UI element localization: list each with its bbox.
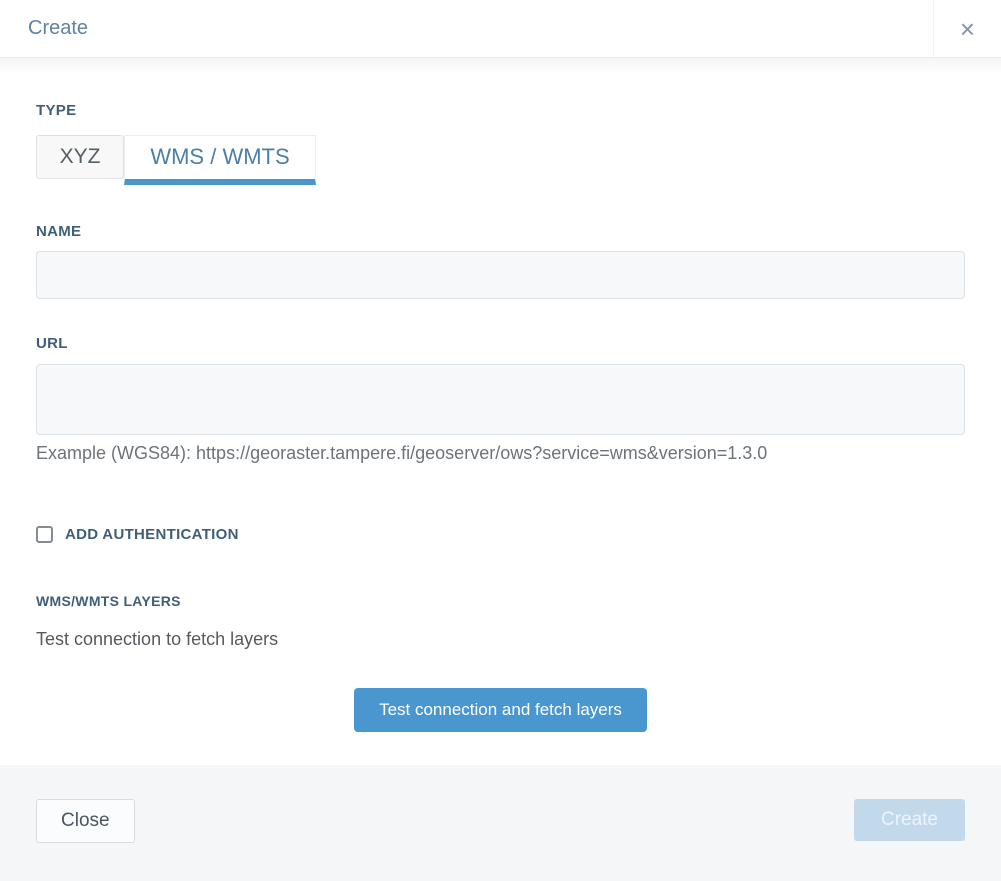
wms-wmts-layers-label: WMS/WMTS LAYERS xyxy=(36,593,181,609)
close-icon: × xyxy=(959,13,976,44)
modal-footer: Close Create xyxy=(0,765,1001,881)
add-authentication-row[interactable]: ADD AUTHENTICATION xyxy=(36,526,965,543)
test-connection-button[interactable]: Test connection and fetch layers xyxy=(354,688,647,732)
header-shadow xyxy=(0,58,1001,74)
modal-body: TYPE XYZ WMS / WMTS NAME URL Example (WG… xyxy=(0,58,1001,765)
url-input[interactable] xyxy=(36,364,965,435)
add-authentication-checkbox[interactable] xyxy=(36,526,53,543)
form: TYPE XYZ WMS / WMTS NAME URL Example (WG… xyxy=(0,74,1001,765)
close-footer-button[interactable]: Close xyxy=(36,799,135,843)
layers-hint-text: Test connection to fetch layers xyxy=(36,629,279,649)
type-tabs: XYZ WMS / WMTS xyxy=(36,135,965,185)
modal-header: Create × xyxy=(0,0,1001,58)
tab-xyz[interactable]: XYZ xyxy=(36,135,124,179)
add-authentication-label: ADD AUTHENTICATION xyxy=(65,526,239,543)
modal-title: Create xyxy=(28,17,89,39)
tab-wms-wmts[interactable]: WMS / WMTS xyxy=(124,135,316,185)
create-layer-modal: Create × TYPE XYZ WMS / WMTS NAME URL Ex… xyxy=(0,0,1001,881)
name-input[interactable] xyxy=(36,251,965,299)
url-example-text: Example (WGS84): https://georaster.tampe… xyxy=(36,443,768,463)
name-label: NAME xyxy=(36,223,82,240)
url-label: URL xyxy=(36,335,68,352)
create-button[interactable]: Create xyxy=(853,799,965,841)
type-label: TYPE xyxy=(36,102,77,119)
close-button[interactable]: × xyxy=(933,0,1001,57)
